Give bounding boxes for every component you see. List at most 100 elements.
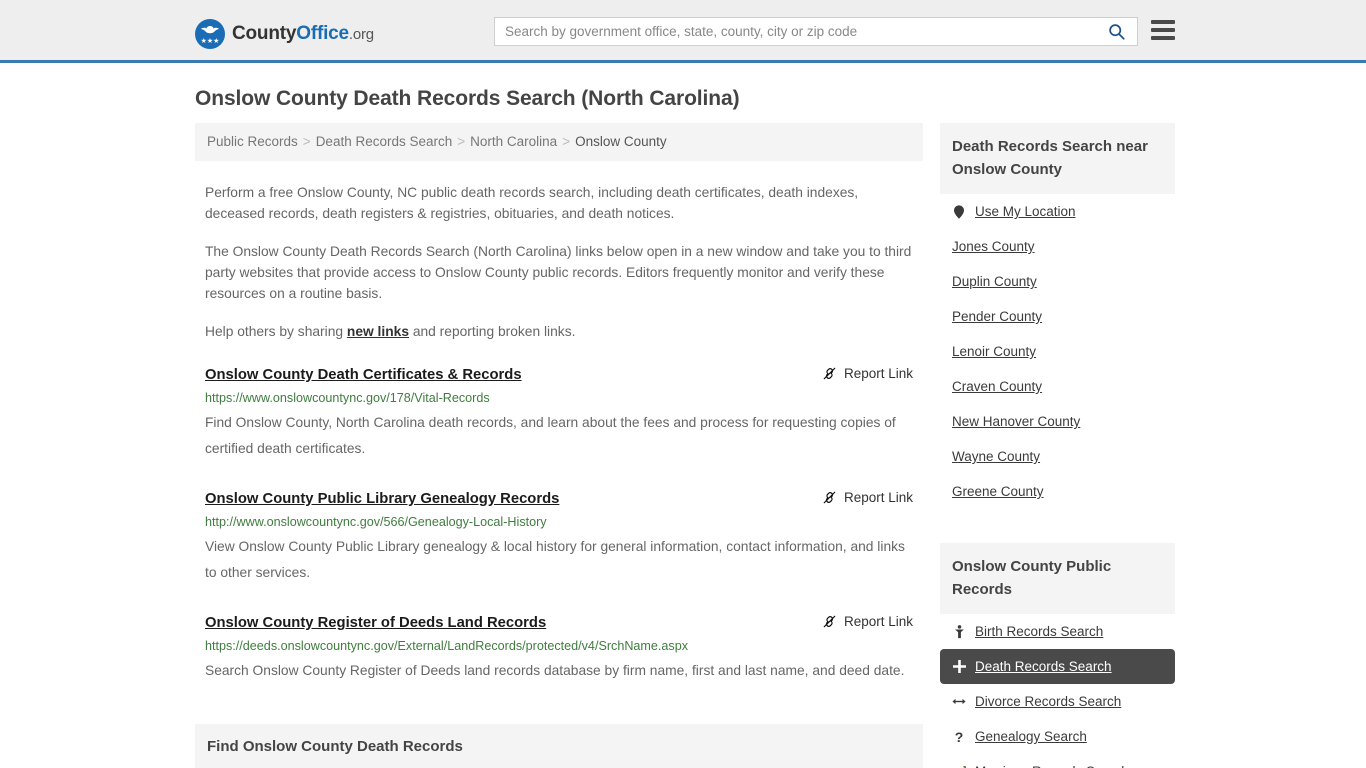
county-link[interactable]: Lenoir County: [952, 343, 1036, 360]
logo-text: CountyOffice.org: [232, 23, 374, 45]
sidebar-item-new-hanover-county[interactable]: New Hanover County: [940, 404, 1175, 439]
site-logo[interactable]: ★★★ CountyOffice.org: [195, 19, 374, 49]
search-box: [494, 17, 1138, 46]
result-description: Search Onslow County Register of Deeds l…: [205, 663, 905, 678]
county-link[interactable]: Duplin County: [952, 273, 1037, 290]
breadcrumb-item-public-records[interactable]: Public Records: [207, 134, 298, 149]
sidebar-item-pender-county[interactable]: Pender County: [940, 299, 1175, 334]
result-title-link[interactable]: Onslow County Public Library Genealogy R…: [205, 490, 559, 509]
sidebar-item-lenoir-county[interactable]: Lenoir County: [940, 334, 1175, 369]
result-url: http://www.onslowcountync.gov/566/Geneal…: [205, 515, 547, 529]
intro-paragraph-2: The Onslow County Death Records Search (…: [205, 244, 912, 301]
stars-icon: ★★★: [200, 38, 220, 45]
result-description: View Onslow County Public Library geneal…: [205, 539, 905, 580]
result-url: https://www.onslowcountync.gov/178/Vital…: [205, 391, 490, 405]
report-link-button[interactable]: Report Link: [822, 366, 913, 381]
county-link[interactable]: Wayne County: [952, 448, 1040, 465]
new-links-link[interactable]: new links: [347, 324, 409, 339]
breadcrumb-item-death-records-search[interactable]: Death Records Search: [316, 134, 453, 149]
sidebar-item-use-my-location[interactable]: Use My Location: [940, 194, 1175, 229]
logo-suffix: .org: [348, 26, 374, 43]
cross-icon: [952, 660, 966, 673]
site-header: ★★★ CountyOffice.org: [0, 0, 1366, 63]
sidebar-item-death-records-search[interactable]: Death Records Search: [940, 649, 1175, 684]
sidebar-item-birth-records-search[interactable]: Birth Records Search: [940, 614, 1175, 649]
county-link[interactable]: Craven County: [952, 378, 1042, 395]
sidebar-item-jones-county[interactable]: Jones County: [940, 229, 1175, 264]
main-column: Public Records > Death Records Search > Nort…: [195, 123, 923, 768]
sidebar-item-genealogy-search[interactable]: ? Genealogy Search: [940, 719, 1175, 754]
report-link-label: Report Link: [843, 614, 913, 629]
sidebar-item-marriage-records-search[interactable]: Marriage Records Search: [940, 754, 1175, 768]
marriage-records-link[interactable]: Marriage Records Search: [975, 763, 1129, 768]
genealogy-search-link[interactable]: Genealogy Search: [975, 728, 1087, 745]
find-records-section-header: Find Onslow County Death Records: [195, 724, 923, 768]
death-records-link[interactable]: Death Records Search: [975, 658, 1112, 675]
sidebar-item-duplin-county[interactable]: Duplin County: [940, 264, 1175, 299]
share-prefix: Help others by sharing: [205, 324, 347, 339]
report-link-button[interactable]: Report Link: [822, 614, 913, 629]
results-list: Onslow County Death Certificates & Recor…: [195, 366, 923, 698]
nearby-county-list: Use My Location Jones County Duplin Coun…: [940, 194, 1175, 509]
county-link[interactable]: Jones County: [952, 238, 1035, 255]
eagle-icon: [201, 26, 219, 34]
hamburger-bar: [1151, 28, 1175, 32]
logo-county: County: [232, 23, 297, 44]
sidebar-item-greene-county[interactable]: Greene County: [940, 474, 1175, 509]
logo-office: Office: [296, 23, 349, 44]
breadcrumb-separator: >: [457, 134, 466, 149]
breadcrumb-separator: >: [562, 134, 571, 149]
sidebar: Death Records Search near Onslow County …: [940, 123, 1175, 768]
divorce-records-link[interactable]: Divorce Records Search: [975, 693, 1121, 710]
broken-link-icon: [823, 367, 836, 380]
intro-section: Perform a free Onslow County, NC public …: [195, 182, 923, 342]
broken-link-icon: [823, 491, 836, 504]
hamburger-bar: [1151, 36, 1175, 40]
county-link[interactable]: New Hanover County: [952, 413, 1080, 430]
result-header: Onslow County Death Certificates & Recor…: [205, 366, 913, 385]
result-description: Find Onslow County, North Carolina death…: [205, 415, 896, 456]
public-records-heading: Onslow County Public Records: [952, 558, 1112, 598]
baby-icon: [952, 624, 966, 639]
result-item: Onslow County Death Certificates & Recor…: [205, 366, 913, 476]
sidebar-item-divorce-records-search[interactable]: Divorce Records Search: [940, 684, 1175, 719]
report-link-button[interactable]: Report Link: [822, 490, 913, 505]
page-body: Onslow County Death Records Search (Nort…: [0, 63, 1366, 768]
result-item: Onslow County Register of Deeds Land Rec…: [205, 614, 913, 698]
search-input[interactable]: [495, 18, 1104, 45]
find-records-heading: Find Onslow County Death Records: [207, 738, 463, 755]
nearby-search-card: Death Records Search near Onslow County …: [940, 123, 1175, 509]
eagle-seal-logo-icon: ★★★: [195, 19, 225, 49]
breadcrumb-item-north-carolina[interactable]: North Carolina: [470, 134, 557, 149]
map-pin-icon: [952, 204, 966, 219]
breadcrumb-separator: >: [302, 134, 311, 149]
intro-share-line: Help others by sharing new links and rep…: [205, 321, 913, 342]
use-my-location-link[interactable]: Use My Location: [975, 203, 1076, 220]
nearby-search-heading: Death Records Search near Onslow County: [952, 138, 1148, 178]
nearby-search-header: Death Records Search near Onslow County: [940, 123, 1175, 194]
breadcrumb-item-onslow-county[interactable]: Onslow County: [575, 134, 667, 149]
page-title: Onslow County Death Records Search (Nort…: [195, 87, 740, 110]
county-link[interactable]: Pender County: [952, 308, 1042, 325]
broken-link-icon: [823, 615, 836, 628]
report-link-label: Report Link: [843, 490, 913, 505]
public-records-header: Onslow County Public Records: [940, 543, 1175, 614]
content-columns: Public Records > Death Records Search > Nort…: [0, 123, 1366, 768]
sidebar-item-wayne-county[interactable]: Wayne County: [940, 439, 1175, 474]
split-arrows-icon: [952, 696, 966, 707]
hamburger-bar: [1151, 20, 1175, 24]
county-link[interactable]: Greene County: [952, 483, 1044, 500]
search-button[interactable]: [1104, 23, 1137, 40]
search-icon: [1109, 24, 1125, 40]
public-records-list: Birth Records Search Death Records Searc…: [940, 614, 1175, 768]
birth-records-link[interactable]: Birth Records Search: [975, 623, 1103, 640]
hamburger-menu-icon[interactable]: [1151, 20, 1175, 40]
result-header: Onslow County Public Library Genealogy R…: [205, 490, 913, 509]
share-suffix: and reporting broken links.: [409, 324, 576, 339]
result-item: Onslow County Public Library Genealogy R…: [205, 490, 913, 600]
report-link-label: Report Link: [843, 366, 913, 381]
sidebar-item-craven-county[interactable]: Craven County: [940, 369, 1175, 404]
result-title-link[interactable]: Onslow County Death Certificates & Recor…: [205, 366, 522, 385]
result-title-link[interactable]: Onslow County Register of Deeds Land Rec…: [205, 614, 546, 633]
intro-paragraph-1: Perform a free Onslow County, NC public …: [205, 185, 859, 221]
